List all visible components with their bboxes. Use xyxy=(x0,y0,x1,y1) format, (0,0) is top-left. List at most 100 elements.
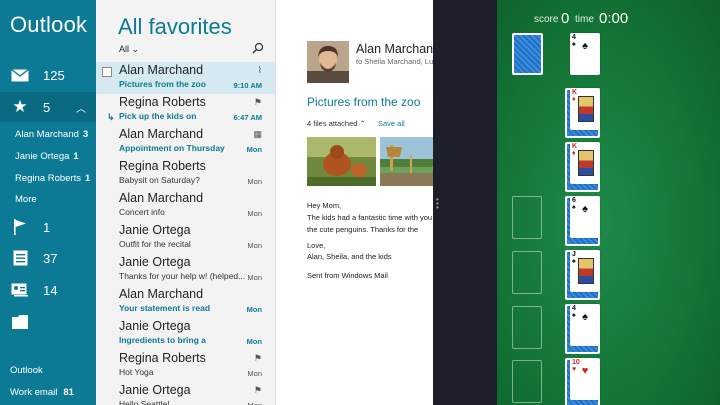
message-row[interactable]: Janie Ortega Thanks for your help w! (hel… xyxy=(96,254,275,286)
card-rank: 4 xyxy=(572,34,576,41)
foundation-slot[interactable] xyxy=(512,251,542,294)
attachments-toggle[interactable]: 4 files attached ⌃ xyxy=(307,119,366,128)
nav-calendar[interactable]: 37 xyxy=(0,243,96,273)
message-time: Mon xyxy=(247,241,262,250)
message-row[interactable]: Regina Roberts ↳ Pick up the kids on 6:47 A… xyxy=(96,94,275,126)
face-card-art xyxy=(578,150,594,176)
playing-card[interactable]: 6 ♠ ♠ xyxy=(570,196,600,238)
favorites-count: 5 xyxy=(43,99,51,115)
message-subject: Outfit for the recital xyxy=(119,239,191,249)
time-label: time xyxy=(575,14,594,25)
flagged-count: 1 xyxy=(43,219,51,235)
more-link[interactable]: More xyxy=(15,194,37,205)
playing-card[interactable]: K ♦ xyxy=(570,88,600,130)
stock-pile[interactable] xyxy=(512,33,543,75)
message-time: 9:10 AM xyxy=(233,81,262,90)
contacts-count: 14 xyxy=(43,282,58,298)
chevron-up-icon[interactable]: ︿ xyxy=(76,100,86,115)
nav-folders[interactable] xyxy=(0,307,96,337)
flag-icon[interactable]: ⚑ xyxy=(254,385,262,396)
foundation-slot[interactable] xyxy=(512,196,542,239)
message-row[interactable]: Janie Ortega Hello Seattle! Mon ⚑ xyxy=(96,382,275,405)
select-checkbox[interactable] xyxy=(102,67,112,77)
favorite-item[interactable]: Regina Roberts 1 xyxy=(15,173,90,184)
message-body-line: Love, xyxy=(307,241,326,250)
message-subject: Thanks for your help w! (helped... xyxy=(119,271,246,281)
message-sender: Janie Ortega xyxy=(119,319,191,333)
message-subject: Hot Yoga xyxy=(119,367,154,377)
playing-card[interactable]: 4 ♠ ♠ xyxy=(570,33,600,75)
message-row[interactable]: Janie Ortega Outfit for the recital Mon xyxy=(96,222,275,254)
message-row[interactable]: Alan Marchand Appointment on Thursday Mon ▦ xyxy=(96,126,275,158)
message-time: Mon xyxy=(246,337,262,346)
search-icon[interactable] xyxy=(252,42,264,54)
foundation-slot[interactable] xyxy=(512,360,542,403)
message-sender: Janie Ortega xyxy=(119,223,191,237)
message-row[interactable]: Regina Roberts Hot Yoga Mon ⚑ xyxy=(96,350,275,382)
message-sender: Janie Ortega xyxy=(119,383,191,397)
message-body-line: Hey Mom, xyxy=(307,201,342,210)
playing-card[interactable]: 10 ♥ ♥ xyxy=(570,358,600,400)
message-row[interactable]: Alan Marchand Pictures from the zoo 9:10 A… xyxy=(96,62,275,94)
card-pips: ♠ xyxy=(582,311,588,323)
card-rank: K xyxy=(572,143,578,150)
card-rank: 4 xyxy=(572,305,576,312)
flag-icon[interactable]: ⚑ xyxy=(254,353,262,364)
playing-card[interactable]: K ♦ xyxy=(570,142,600,184)
nav-flagged[interactable]: 1 xyxy=(0,212,96,242)
message-subject: Your statement is read xyxy=(119,303,211,313)
filter-dropdown[interactable]: All ⌄ xyxy=(119,44,139,55)
attachment-photo[interactable] xyxy=(380,137,433,186)
score-value: 0 xyxy=(561,10,570,27)
folder-icon xyxy=(10,312,30,332)
message-time: Mon xyxy=(246,145,262,154)
message-sender: Alan Marchand xyxy=(356,42,433,56)
nav-inbox[interactable]: 125 xyxy=(0,60,96,90)
message-sender: Alan Marchand xyxy=(119,287,204,301)
message-time: Mon xyxy=(247,369,262,378)
chevron-down-icon: ⌄ xyxy=(131,44,140,54)
calendar-count: 37 xyxy=(43,250,58,266)
message-sender: Janie Ortega xyxy=(119,255,191,269)
message-subject: Hello Seattle! xyxy=(119,399,170,405)
face-card-art xyxy=(578,258,594,284)
message-subject: Pictures from the zoo xyxy=(119,79,206,89)
star-icon: ★ xyxy=(12,97,28,116)
drag-handle-icon[interactable]: • • • xyxy=(436,196,439,212)
flag-icon[interactable]: ⚑ xyxy=(254,97,262,108)
account-work-email[interactable]: Work email 81 xyxy=(10,387,74,398)
card-rank: 10 xyxy=(572,359,580,366)
app-title: Outlook xyxy=(10,12,88,37)
foundation-slot[interactable] xyxy=(512,306,542,349)
message-row[interactable]: Alan Marchand Concert info Mon xyxy=(96,190,275,222)
message-subject: Concert info xyxy=(119,207,165,217)
account-outlook[interactable]: Outlook xyxy=(10,365,43,376)
contact-card-icon xyxy=(10,280,30,300)
nav-favorites[interactable]: ★ 5 ︿ xyxy=(0,92,96,122)
card-suit: ♠ xyxy=(572,258,576,265)
message-sender: Regina Roberts xyxy=(119,95,206,109)
card-rank: J xyxy=(572,251,576,258)
favorite-item[interactable]: Janie Ortega 1 xyxy=(15,151,79,162)
message-row[interactable]: Regina Roberts Babysit on Saturday? Mon xyxy=(96,158,275,190)
save-all-link[interactable]: Save all xyxy=(378,119,405,128)
playing-card[interactable]: J ♠ xyxy=(570,250,600,292)
message-subject: Appointment on Thursday xyxy=(119,143,225,153)
message-subject: Ingredients to bring a xyxy=(119,335,206,345)
message-time: Mon xyxy=(247,177,262,186)
inbox-count: 125 xyxy=(43,67,65,83)
calendar-icon xyxy=(10,248,30,268)
favorite-item[interactable]: Alan Marchand 3 xyxy=(15,129,88,140)
message-time: 6:47 AM xyxy=(233,113,262,122)
message-sender: Regina Roberts xyxy=(119,351,206,365)
folder-title: All favorites xyxy=(118,14,232,39)
score-label: score xyxy=(534,14,559,25)
card-pips: ♥ xyxy=(581,365,589,377)
split-divider[interactable]: • • • xyxy=(433,0,497,405)
nav-contacts[interactable]: 14 xyxy=(0,275,96,305)
attachment-photo[interactable] xyxy=(307,137,376,186)
playing-card[interactable]: 4 ♠ ♠ xyxy=(570,304,600,346)
message-row[interactable]: Janie Ortega Ingredients to bring a Mon xyxy=(96,318,275,350)
message-subject: Pick up the kids on xyxy=(119,111,197,121)
message-row[interactable]: Alan Marchand Your statement is read Mon xyxy=(96,286,275,318)
